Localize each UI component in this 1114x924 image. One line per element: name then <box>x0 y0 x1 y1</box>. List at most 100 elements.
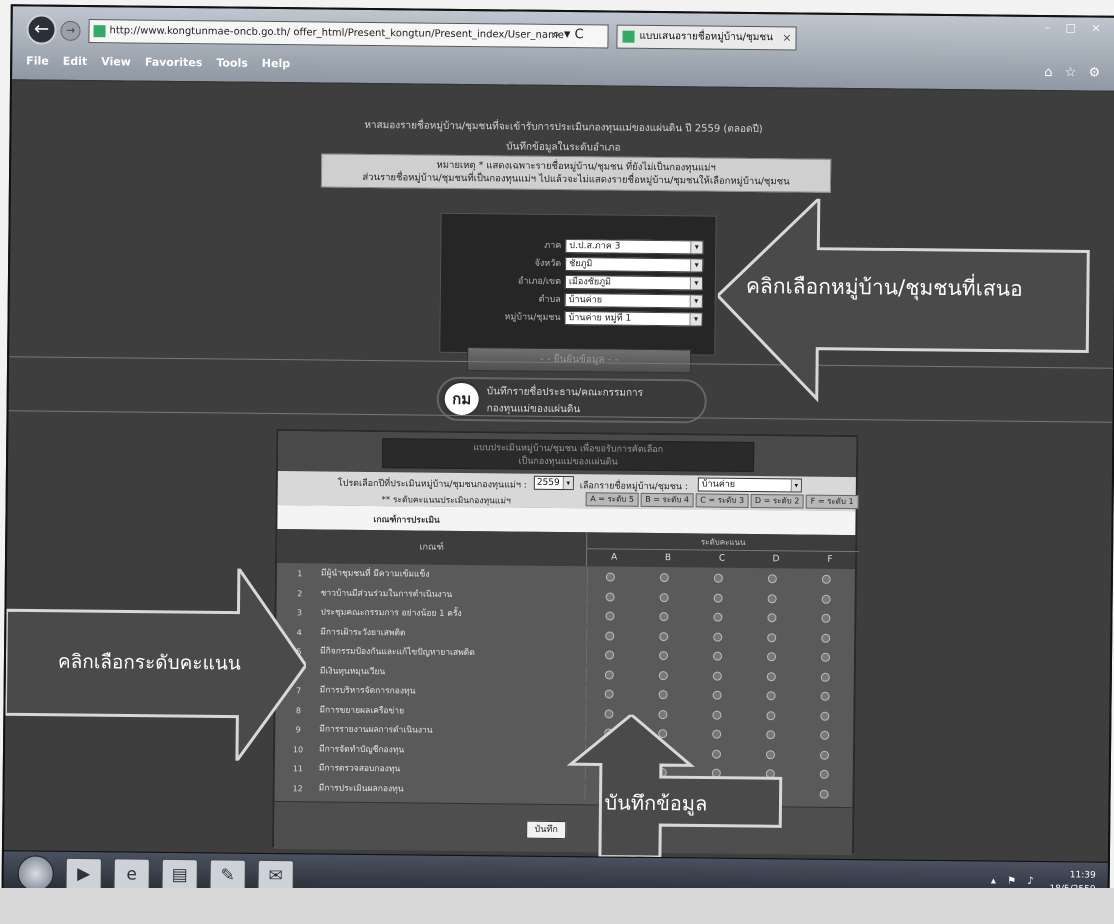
callout-save: บันทึกข้อมูล <box>550 713 791 859</box>
level-button-c[interactable]: C = ระดับ 3 <box>695 493 749 508</box>
row-criterion-label: มีการเฝ้าระวังยาเสพติด <box>320 626 406 638</box>
clock-time: 11:39 <box>1069 870 1096 881</box>
fund-logo-icon: กม <box>442 380 481 418</box>
row-number: 12 <box>292 783 303 793</box>
score-radio-b[interactable] <box>659 573 669 583</box>
score-radio-f[interactable] <box>819 769 829 779</box>
home-favorites-settings-icons[interactable]: ⌂ ☆ ⚙ <box>1044 65 1104 81</box>
internet-explorer-icon[interactable]: e <box>113 858 150 891</box>
chevron-down-icon: ▾ <box>790 479 801 492</box>
province-select[interactable]: ชัยภูมิ ▾ <box>565 257 704 273</box>
score-radio-b[interactable] <box>659 612 669 622</box>
district-select[interactable]: เมืองชัยภูมิ ▾ <box>564 275 704 291</box>
score-radio-c[interactable] <box>713 632 723 642</box>
row-criterion-label: มีเงินทุนหมุนเวียน <box>319 665 386 677</box>
select-row-district: อำเภอ/เขต เมืองชัยภูมิ ▾ <box>441 274 717 292</box>
score-radio-b[interactable] <box>658 651 669 661</box>
tab-close-icon[interactable]: × <box>782 27 791 49</box>
score-radio-f[interactable] <box>820 652 831 662</box>
score-radio-f[interactable] <box>819 789 829 799</box>
column-header-f: F <box>827 554 833 565</box>
system-tray-icons[interactable]: ▴ ⚑ ♪ <box>991 876 1038 887</box>
chevron-down-icon: ▾ <box>690 259 703 272</box>
score-radio-b[interactable] <box>659 631 669 641</box>
address-bar[interactable]: http://www.kongtunmae-oncb.go.th/ offer_… <box>88 19 609 49</box>
score-radio-c[interactable] <box>712 651 723 661</box>
score-radio-a[interactable] <box>604 669 614 680</box>
forward-button[interactable]: → <box>60 20 81 41</box>
score-radio-f[interactable] <box>819 750 830 760</box>
score-radio-c[interactable] <box>713 593 723 603</box>
menu-view[interactable]: View <box>101 55 131 73</box>
menu-edit[interactable]: Edit <box>63 55 88 73</box>
score-radio-b[interactable] <box>658 690 668 700</box>
score-radio-a[interactable] <box>605 591 615 602</box>
back-button[interactable]: ← <box>26 14 57 45</box>
photo-of-screen: ← → http://www.kongtunmae-oncb.go.th/ of… <box>0 0 1114 924</box>
score-radio-a[interactable] <box>605 630 615 641</box>
start-button[interactable] <box>17 855 54 892</box>
score-radio-c[interactable] <box>713 573 723 583</box>
column-divider <box>586 587 588 605</box>
score-radio-b[interactable] <box>659 592 669 602</box>
menu-help[interactable]: Help <box>262 57 290 75</box>
score-radio-c[interactable] <box>712 671 722 681</box>
score-radio-f[interactable] <box>820 672 830 682</box>
select-label: ภาค <box>544 240 562 252</box>
year-select[interactable]: 2559 ▾ <box>533 475 574 491</box>
score-radio-d[interactable] <box>766 671 776 681</box>
score-radio-f[interactable] <box>821 613 831 623</box>
score-radio-c[interactable] <box>713 612 723 622</box>
score-radio-d[interactable] <box>767 574 777 584</box>
score-radio-d[interactable] <box>767 613 777 623</box>
confirm-button[interactable]: - - ยืนยันข้อมูล - - <box>466 347 692 374</box>
score-radio-a[interactable] <box>605 611 615 621</box>
region-select[interactable]: ป.ป.ส.ภาค 3 ▾ <box>565 239 704 255</box>
score-radio-f[interactable] <box>820 730 830 740</box>
subdistrict-select[interactable]: บ้านค่าย ▾ <box>564 293 703 309</box>
select-value: บ้านค่าย <box>568 295 603 306</box>
menu-tools[interactable]: Tools <box>216 56 248 74</box>
score-radio-c[interactable] <box>712 690 722 700</box>
score-radio-f[interactable] <box>820 691 830 701</box>
callout-select-score: คลิกเลือกระดับคะแนน <box>4 566 307 762</box>
monitor: ← → http://www.kongtunmae-oncb.go.th/ of… <box>1 4 1114 924</box>
chevron-down-icon: ▾ <box>690 241 703 254</box>
level-button-d[interactable]: D = ระดับ 2 <box>750 493 804 509</box>
village-name-select[interactable]: บ้านค่าย ▾ <box>697 477 802 493</box>
file-explorer-icon[interactable]: ▤ <box>161 858 198 892</box>
menu-file[interactable]: File <box>26 54 49 72</box>
score-radio-a[interactable] <box>604 650 615 660</box>
score-radio-d[interactable] <box>766 691 776 701</box>
window-controls[interactable]: – □ × <box>1044 21 1106 35</box>
level-button-f[interactable]: F = ระดับ 1 <box>805 494 859 510</box>
score-radio-f[interactable] <box>821 594 831 604</box>
menu-favorites[interactable]: Favorites <box>145 56 203 75</box>
criteria-note: ** ระดับคะแนนประเมินกองทุนแม่ฯ <box>381 495 511 507</box>
column-divider <box>585 685 587 703</box>
browser-tab[interactable]: แบบเสนอรายชื่อหมู่บ้าน/ชุมชน × <box>616 24 797 51</box>
score-radio-d[interactable] <box>766 652 777 662</box>
select-row-village: หมู่บ้าน/ชุมชน บ้านค่าย หมู่ที่ 1 ▾ <box>440 310 716 328</box>
notepad-icon[interactable]: ✎ <box>209 859 246 892</box>
select-label: อำเภอ/เขต <box>517 276 561 287</box>
address-tools[interactable]: ⌕ ▾ C <box>552 24 583 46</box>
location-select-panel: ภาค ป.ป.ส.ภาค 3 ▾ จังหวัด ชัยภูมิ ▾ อำเภ… <box>439 212 717 356</box>
chevron-down-icon: ▾ <box>689 295 702 308</box>
row-criterion-label: มีการจัดทำบัญชีกองทุน <box>318 743 405 755</box>
score-radio-f[interactable] <box>821 633 831 643</box>
score-radio-b[interactable] <box>658 670 668 680</box>
select-row-province: จังหวัด ชัยภูมิ ▾ <box>441 256 717 274</box>
callout-select-village: คลิกเลือกหมู่บ้าน/ชุมชนที่เสนอ <box>716 197 1105 412</box>
level-button-b[interactable]: B = ระดับ 4 <box>640 492 694 508</box>
score-radio-d[interactable] <box>767 632 777 642</box>
score-radio-a[interactable] <box>604 689 614 699</box>
level-button-a[interactable]: A = ระดับ 5 <box>585 492 639 507</box>
score-radio-f[interactable] <box>820 711 830 721</box>
media-player-icon[interactable]: ▶ <box>65 857 102 891</box>
site-favicon-icon <box>93 25 106 38</box>
score-radio-a[interactable] <box>605 572 615 582</box>
village-select[interactable]: บ้านค่าย หมู่ที่ 1 ▾ <box>564 311 703 327</box>
score-radio-f[interactable] <box>821 574 831 584</box>
score-radio-d[interactable] <box>767 593 777 603</box>
